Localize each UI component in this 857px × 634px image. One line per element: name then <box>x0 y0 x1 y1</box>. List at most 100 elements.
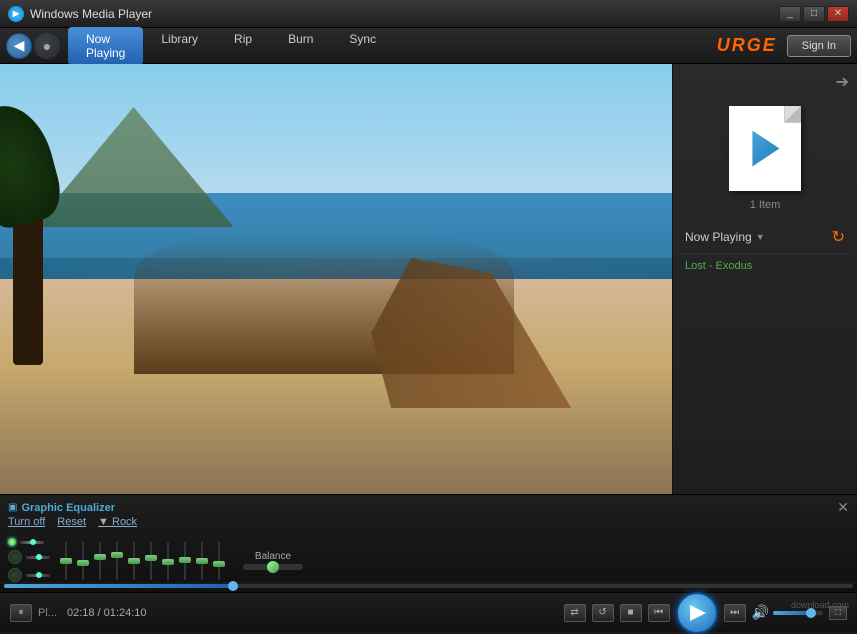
eq-thumb-9[interactable] <box>196 558 208 564</box>
eq-row-1 <box>8 538 50 546</box>
close-button[interactable]: ✕ <box>827 6 849 22</box>
eq-slider-5[interactable] <box>128 542 140 584</box>
eq-slider-8[interactable] <box>179 542 191 584</box>
eq-line-1 <box>20 541 44 544</box>
media-play-icon <box>747 131 783 167</box>
main-content: ➔ 1 Item Now Playing ▼ ↻ Lost - Exodus <box>0 64 857 494</box>
eq-line-2 <box>26 556 50 559</box>
eq-thumb-8[interactable] <box>179 557 191 563</box>
seek-thumb[interactable] <box>228 581 238 591</box>
window-controls: _ □ ✕ <box>779 6 849 22</box>
now-playing-header[interactable]: Now Playing ▼ ↻ <box>681 221 849 254</box>
next-button[interactable]: ⏭ <box>724 604 746 622</box>
eq-sliders <box>60 536 225 584</box>
eq-slider-7[interactable] <box>162 542 174 584</box>
nav-back-button[interactable]: ◀ <box>6 33 32 59</box>
tab-sync[interactable]: Sync <box>331 27 394 65</box>
nav-fwd-button[interactable]: ● <box>34 33 60 59</box>
eq-track-10 <box>218 542 220 580</box>
eq-track-4 <box>116 542 118 580</box>
eq-header-row: ▣ Graphic Equalizer ✕ <box>8 499 849 516</box>
time-total: 01:24:10 <box>104 607 147 619</box>
play-button[interactable] <box>676 592 718 634</box>
app-icon: ▶ <box>8 6 24 22</box>
video-area[interactable] <box>0 64 672 494</box>
equalizer-area: ▣ Graphic Equalizer ✕ Turn off Reset ▼ R… <box>0 494 857 582</box>
eq-preset-arrow: ▼ <box>98 516 109 528</box>
seek-bar-area[interactable] <box>0 584 857 592</box>
eq-slider-2[interactable] <box>77 542 89 584</box>
window-title: Windows Media Player <box>30 7 779 21</box>
time-current: 02:18 <box>67 607 95 619</box>
stop-button[interactable]: ■ <box>620 604 642 622</box>
balance-section: Balance <box>243 551 303 570</box>
eq-track-6 <box>150 542 152 580</box>
tab-library[interactable]: Library <box>143 27 216 65</box>
balance-slider[interactable] <box>243 564 303 570</box>
urge-logo[interactable]: URGE <box>717 35 777 56</box>
eq-slider-9[interactable] <box>196 542 208 584</box>
refresh-icon[interactable]: ↻ <box>832 227 845 247</box>
eq-reset-button[interactable]: Reset <box>57 516 86 528</box>
video-frame <box>0 64 672 494</box>
eq-close-button[interactable]: ✕ <box>837 499 849 516</box>
eq-slider-4[interactable] <box>111 542 123 584</box>
eq-thumb-7[interactable] <box>162 559 174 565</box>
eq-controls: Turn off Reset ▼ Rock <box>8 516 137 528</box>
media-file-icon <box>729 106 801 191</box>
eq-slider-10[interactable] <box>213 542 225 584</box>
eq-thumb-3[interactable] <box>94 554 106 560</box>
eq-thumb-1[interactable] <box>60 558 72 564</box>
eq-indicator-2 <box>8 550 22 564</box>
tab-burn[interactable]: Burn <box>270 27 331 65</box>
time-display: 02:18 / 01:24:10 <box>67 607 147 619</box>
eq-preset-label: Rock <box>112 516 137 528</box>
tab-rip[interactable]: Rip <box>216 27 270 65</box>
eq-thumb-10[interactable] <box>213 561 225 567</box>
volume-icon: 🔊 <box>752 604 769 621</box>
eq-thumb-6[interactable] <box>145 555 157 561</box>
pause-button[interactable]: ⏸ <box>10 604 32 622</box>
eq-small-icon: ▣ <box>8 502 17 513</box>
eq-row-3 <box>8 568 50 582</box>
prev-button[interactable]: ⏮ <box>648 604 670 622</box>
status-text: Pl... <box>38 607 57 619</box>
playlist-item[interactable]: Lost - Exodus <box>681 254 849 278</box>
eq-track-8 <box>184 542 186 580</box>
play-icon <box>690 605 706 621</box>
eq-power-dot-1 <box>8 538 16 546</box>
eq-line-3 <box>26 574 50 577</box>
eq-track-5 <box>133 542 135 580</box>
seek-progress <box>4 584 233 588</box>
tree-decor <box>13 165 43 365</box>
eq-slider-3[interactable] <box>94 542 106 584</box>
eq-turnoff-button[interactable]: Turn off <box>8 516 45 528</box>
seek-track[interactable] <box>4 584 853 588</box>
tab-now-playing[interactable]: Now Playing <box>68 27 143 65</box>
eq-track-7 <box>167 542 169 580</box>
minimize-button[interactable]: _ <box>779 6 801 22</box>
eq-thumb-2[interactable] <box>77 560 89 566</box>
maximize-button[interactable]: □ <box>803 6 825 22</box>
nav-back-fwd: ◀ ● <box>6 33 60 59</box>
eq-thumb-5[interactable] <box>128 558 140 564</box>
eq-preset[interactable]: ▼ Rock <box>98 516 137 528</box>
eq-row-2 <box>8 550 50 564</box>
eq-track-1 <box>65 542 67 580</box>
eq-thumb-4[interactable] <box>111 552 123 558</box>
shuffle-button[interactable]: ⇄ <box>564 604 586 622</box>
sidebar-arrow-icon[interactable]: ➔ <box>681 72 849 92</box>
nav-bar: ◀ ● Now Playing Library Rip Burn Sync UR… <box>0 28 857 64</box>
balance-thumb[interactable] <box>267 561 279 573</box>
repeat-button[interactable]: ↺ <box>592 604 614 622</box>
playlist-icon-area: 1 Item <box>719 96 811 221</box>
eq-track-2 <box>82 542 84 580</box>
item-count: 1 Item <box>750 199 781 211</box>
eq-track-3 <box>99 542 101 580</box>
now-playing-label: Now Playing <box>685 230 752 244</box>
dropdown-arrow-icon: ▼ <box>756 232 765 242</box>
eq-slider-6[interactable] <box>145 542 157 584</box>
eq-slider-1[interactable] <box>60 542 72 584</box>
eq-left-controls <box>8 538 50 582</box>
sign-in-button[interactable]: Sign In <box>787 35 851 57</box>
